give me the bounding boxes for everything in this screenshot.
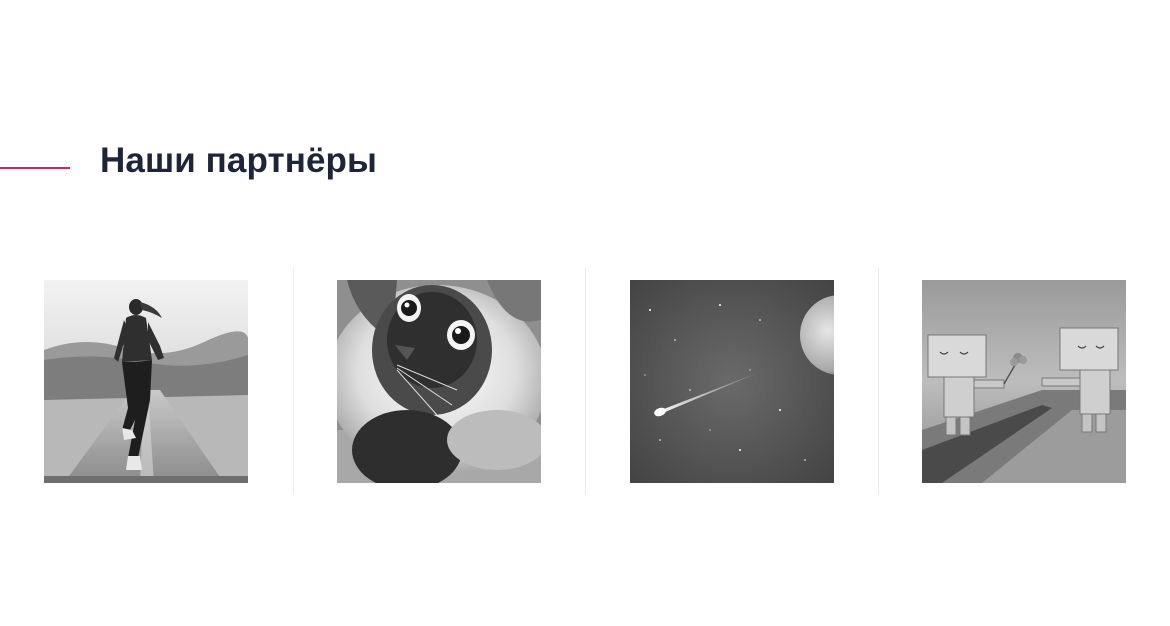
partner-logo-link[interactable]	[629, 280, 834, 483]
partners-grid	[0, 268, 1170, 495]
cat-photo-icon	[337, 280, 542, 483]
partner-item	[877, 268, 1170, 495]
title-accent-line	[0, 167, 70, 169]
cardboard-robots-photo-icon	[922, 280, 1127, 483]
space-planet-photo-icon	[629, 280, 834, 483]
partner-logo-link[interactable]	[44, 280, 249, 483]
partner-logo-link[interactable]	[337, 280, 542, 483]
partner-logo-link[interactable]	[922, 280, 1127, 483]
partner-item	[0, 268, 293, 495]
partner-item	[585, 268, 878, 495]
partner-item	[292, 268, 586, 495]
runner-photo-icon	[44, 280, 249, 483]
section-title: Наши партнёры	[100, 141, 377, 180]
partners-section: Наши партнёры	[0, 0, 1170, 626]
